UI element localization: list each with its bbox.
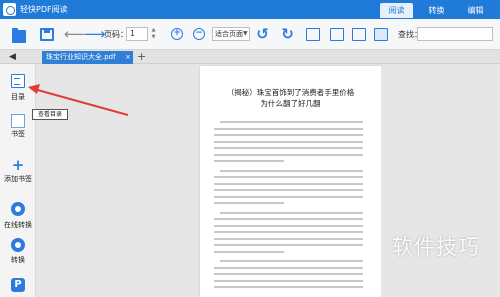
rotate-right-icon[interactable]: ↻ — [280, 27, 295, 42]
text-line — [220, 260, 363, 262]
app-logo-icon — [3, 3, 16, 16]
fit-width-icon[interactable] — [330, 28, 344, 41]
previous-page-icon[interactable]: ⟵ — [64, 27, 86, 42]
text-line — [214, 127, 363, 130]
chevron-down-icon[interactable]: ▼ — [243, 27, 248, 41]
tab-read[interactable]: 阅读 — [380, 3, 413, 18]
page-number-input[interactable]: 1 — [126, 27, 148, 41]
text-line — [214, 250, 284, 253]
tab-strip: ◀ 珠宝行业知识大全.pdf × + — [0, 50, 500, 64]
text-line — [214, 266, 363, 269]
close-icon[interactable]: × — [125, 51, 131, 64]
tab-edit[interactable]: 编辑 — [459, 3, 492, 18]
page-label: 页码： — [104, 30, 128, 39]
text-line — [214, 218, 363, 220]
pdf-icon: P — [11, 278, 25, 292]
next-page-icon[interactable]: ⟶ — [84, 27, 106, 42]
text-line — [214, 189, 363, 191]
text-line — [214, 195, 363, 198]
sidebar-item-label: 书签 — [11, 130, 25, 138]
online-convert-icon — [11, 202, 25, 216]
sidebar-item-add-bookmark[interactable]: + 添加书签 — [0, 156, 36, 186]
text-line — [214, 134, 363, 136]
text-line — [214, 237, 363, 240]
app-title: 轻快PDF阅读 — [20, 5, 68, 14]
text-line — [214, 176, 363, 178]
text-line — [214, 244, 363, 246]
convert-icon — [11, 238, 25, 252]
title-bar: 轻快PDF阅读 阅读 转换 编辑 — [0, 0, 500, 19]
text-line — [214, 286, 363, 288]
sidebar-item-bookmarks[interactable]: 书签 — [0, 112, 36, 142]
zoom-out-icon[interactable]: − — [193, 28, 205, 40]
text-line — [214, 202, 284, 204]
text-line — [220, 121, 363, 123]
fullscreen-icon[interactable] — [352, 28, 366, 41]
text-line — [214, 153, 363, 156]
search-input[interactable] — [417, 27, 493, 41]
text-line — [214, 147, 363, 149]
document-page[interactable]: （揭秘）珠宝首饰到了消费者手里价格为什么翻了好几翻 — [200, 66, 381, 297]
page-title: （揭秘）珠宝首饰到了消费者手里价格为什么翻了好几翻 — [226, 88, 355, 108]
add-bookmark-icon: + — [11, 156, 25, 174]
sidebar-item-convert[interactable]: 转换 — [0, 236, 36, 266]
add-tab-icon[interactable]: + — [137, 50, 146, 64]
zoom-in-icon[interactable]: + — [171, 28, 183, 40]
document-tab[interactable]: 珠宝行业知识大全.pdf — [42, 51, 133, 64]
text-line — [214, 231, 363, 233]
page-spinner[interactable]: ▲ ▼ — [150, 27, 157, 41]
toc-icon — [11, 74, 25, 88]
sidebar-item-label: 添加书签 — [4, 175, 32, 183]
text-line — [214, 279, 363, 282]
bookmark-icon — [11, 114, 25, 128]
collapse-sidebar-icon[interactable]: ◀ — [9, 50, 16, 64]
tooltip: 查看目录 — [32, 109, 68, 120]
text-line — [220, 169, 363, 172]
image-icon[interactable] — [374, 28, 388, 41]
text-line — [220, 211, 363, 214]
tab-convert[interactable]: 转换 — [420, 3, 453, 18]
text-line — [214, 160, 284, 162]
sidebar-item-label: 目录 — [11, 93, 25, 101]
sidebar-item-toc[interactable]: 目录 — [0, 70, 36, 104]
sidebar-item-label: 转换 — [11, 256, 25, 264]
viewer-background — [381, 64, 500, 297]
watermark: 软件技巧 — [392, 235, 480, 259]
save-icon[interactable] — [40, 28, 54, 41]
sidebar-item-online-convert[interactable]: 在线转换 — [0, 200, 36, 230]
rotate-left-icon[interactable]: ↺ — [255, 27, 270, 42]
sidebar: 目录 书签 + 添加书签 在线转换 转换 P — [0, 64, 36, 297]
text-line — [214, 182, 363, 185]
single-page-icon[interactable] — [306, 28, 320, 41]
toolbar: ⟵ ⟶ 页码： 1 ▲ ▼ + − 适合页面 ▼ ↺ ↻ 查找： — [0, 19, 500, 50]
text-line — [214, 140, 363, 143]
open-folder-icon[interactable] — [12, 28, 26, 43]
text-line — [214, 273, 363, 275]
text-line — [214, 224, 363, 227]
sidebar-item-label: 在线转换 — [4, 221, 32, 229]
sidebar-item-pdf[interactable]: P — [0, 276, 36, 296]
